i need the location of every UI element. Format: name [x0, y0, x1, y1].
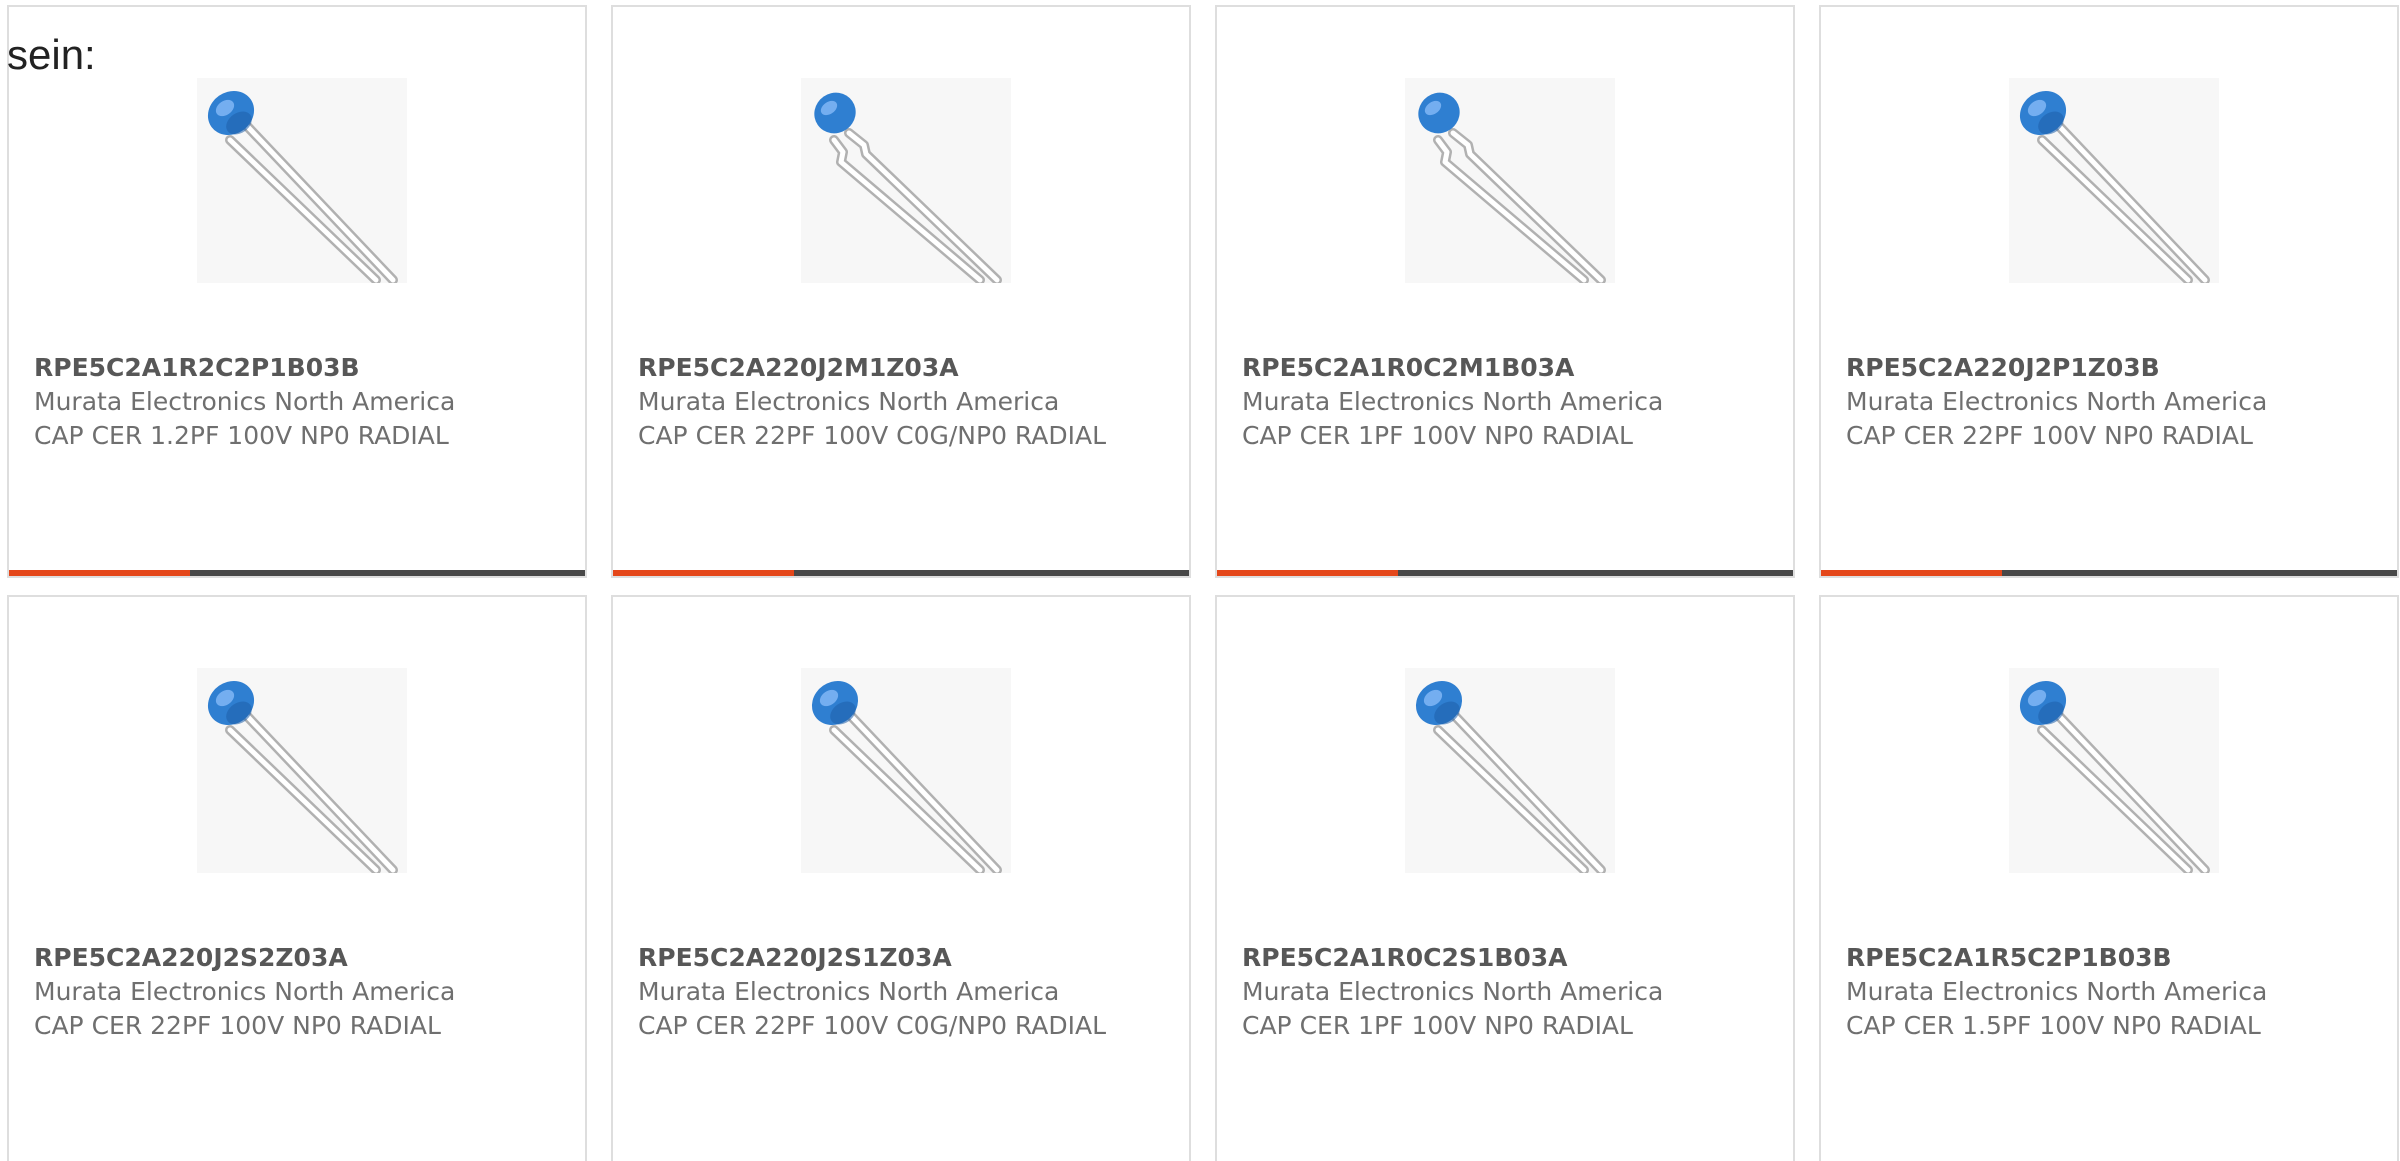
- product-card[interactable]: RPE5C2A220J2M1Z03A Murata Electronics No…: [611, 5, 1191, 578]
- card-bar-accent: [613, 570, 794, 576]
- card-bar-accent: [1217, 570, 1398, 576]
- product-card[interactable]: RPE5C2A220J2P1Z03B Murata Electronics No…: [1819, 5, 2399, 578]
- radial-ceramic-capacitor-kinked-lead-icon: [1405, 78, 1615, 283]
- radial-ceramic-capacitor-straight-lead-icon: [1405, 668, 1615, 873]
- card-bar-accent: [1821, 570, 2002, 576]
- product-description: CAP CER 1.2PF 100V NP0 RADIAL: [34, 421, 449, 450]
- card-bar-accent: [9, 570, 190, 576]
- product-description: CAP CER 1PF 100V NP0 RADIAL: [1242, 421, 1633, 450]
- manufacturer: Murata Electronics North America: [1846, 387, 2268, 416]
- product-info: RPE5C2A1R2C2P1B03B Murata Electronics No…: [34, 351, 504, 453]
- manufacturer: Murata Electronics North America: [638, 977, 1060, 1006]
- product-description: CAP CER 1PF 100V NP0 RADIAL: [1242, 1011, 1633, 1040]
- product-info: RPE5C2A220J2M1Z03A Murata Electronics No…: [638, 351, 1108, 453]
- part-number[interactable]: RPE5C2A1R0C2M1B03A: [1242, 351, 1712, 385]
- part-number[interactable]: RPE5C2A1R2C2P1B03B: [34, 351, 504, 385]
- part-number[interactable]: RPE5C2A1R0C2S1B03A: [1242, 941, 1712, 975]
- product-info: RPE5C2A220J2S1Z03A Murata Electronics No…: [638, 941, 1108, 1043]
- card-bottom-bar: [9, 570, 585, 576]
- manufacturer: Murata Electronics North America: [638, 387, 1060, 416]
- part-number[interactable]: RPE5C2A220J2S2Z03A: [34, 941, 504, 975]
- radial-ceramic-capacitor-straight-lead-icon: [801, 668, 1011, 873]
- product-info: RPE5C2A220J2P1Z03B Murata Electronics No…: [1846, 351, 2316, 453]
- part-number[interactable]: RPE5C2A220J2S1Z03A: [638, 941, 1108, 975]
- product-info: RPE5C2A220J2S2Z03A Murata Electronics No…: [34, 941, 504, 1043]
- part-number[interactable]: RPE5C2A1R5C2P1B03B: [1846, 941, 2316, 975]
- product-description: CAP CER 1.5PF 100V NP0 RADIAL: [1846, 1011, 2261, 1040]
- product-grid-page: sein: RPE5C2A1R2C2P1B03B Murata Electron…: [0, 0, 2400, 1161]
- radial-ceramic-capacitor-straight-lead-icon: [197, 78, 407, 283]
- manufacturer: Murata Electronics North America: [1846, 977, 2268, 1006]
- card-bottom-bar: [613, 570, 1189, 576]
- product-card[interactable]: RPE5C2A1R2C2P1B03B Murata Electronics No…: [7, 5, 587, 578]
- product-card[interactable]: RPE5C2A220J2S2Z03A Murata Electronics No…: [7, 595, 587, 1161]
- radial-ceramic-capacitor-straight-lead-icon: [2009, 78, 2219, 283]
- manufacturer: Murata Electronics North America: [1242, 387, 1664, 416]
- card-bottom-bar: [1821, 570, 2397, 576]
- product-card[interactable]: RPE5C2A1R0C2S1B03A Murata Electronics No…: [1215, 595, 1795, 1161]
- manufacturer: Murata Electronics North America: [34, 387, 456, 416]
- product-card[interactable]: RPE5C2A1R0C2M1B03A Murata Electronics No…: [1215, 5, 1795, 578]
- product-card[interactable]: RPE5C2A1R5C2P1B03B Murata Electronics No…: [1819, 595, 2399, 1161]
- part-number[interactable]: RPE5C2A220J2P1Z03B: [1846, 351, 2316, 385]
- product-description: CAP CER 22PF 100V NP0 RADIAL: [1846, 421, 2253, 450]
- radial-ceramic-capacitor-straight-lead-icon: [2009, 668, 2219, 873]
- radial-ceramic-capacitor-straight-lead-icon: [197, 668, 407, 873]
- manufacturer: Murata Electronics North America: [1242, 977, 1664, 1006]
- product-description: CAP CER 22PF 100V C0G/NP0 RADIAL: [638, 421, 1107, 450]
- product-info: RPE5C2A1R5C2P1B03B Murata Electronics No…: [1846, 941, 2316, 1043]
- product-info: RPE5C2A1R0C2S1B03A Murata Electronics No…: [1242, 941, 1712, 1043]
- lead-text: sein:: [7, 31, 96, 78]
- product-grid: RPE5C2A1R2C2P1B03B Murata Electronics No…: [7, 5, 2400, 1161]
- manufacturer: Murata Electronics North America: [34, 977, 456, 1006]
- product-info: RPE5C2A1R0C2M1B03A Murata Electronics No…: [1242, 351, 1712, 453]
- radial-ceramic-capacitor-kinked-lead-icon: [801, 78, 1011, 283]
- product-card[interactable]: RPE5C2A220J2S1Z03A Murata Electronics No…: [611, 595, 1191, 1161]
- product-description: CAP CER 22PF 100V C0G/NP0 RADIAL: [638, 1011, 1107, 1040]
- card-bottom-bar: [1217, 570, 1793, 576]
- product-description: CAP CER 22PF 100V NP0 RADIAL: [34, 1011, 441, 1040]
- part-number[interactable]: RPE5C2A220J2M1Z03A: [638, 351, 1108, 385]
